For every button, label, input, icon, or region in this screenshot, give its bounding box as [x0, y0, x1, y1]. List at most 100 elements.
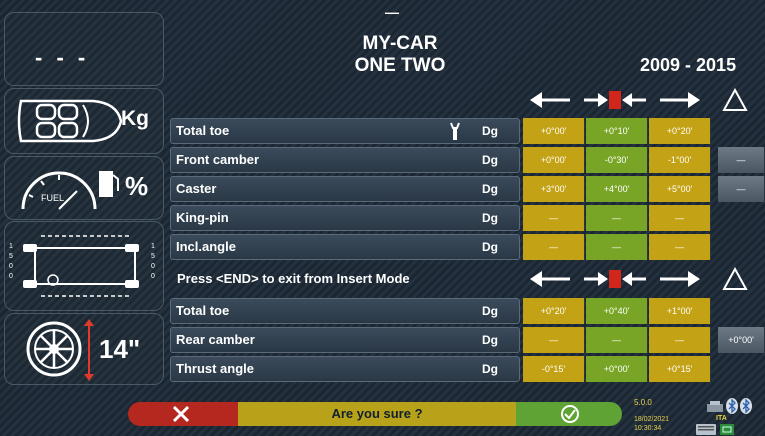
- close-icon: [172, 405, 190, 423]
- min-value[interactable]: +3°00': [523, 176, 585, 202]
- wheel-size-panel[interactable]: 14": [4, 313, 164, 385]
- vehicle-model: ONE TWO: [354, 55, 446, 76]
- nominal-value[interactable]: +0°10': [586, 118, 648, 144]
- nominal-value[interactable]: +4°00': [586, 176, 648, 202]
- min-value[interactable]: +0°00': [523, 118, 585, 144]
- fuel-panel[interactable]: FUEL %: [4, 156, 164, 220]
- table-row[interactable]: Total toe Dg +0°00' +0°10' +0°20': [170, 118, 765, 144]
- wrench-icon: [450, 122, 460, 140]
- axle-right-digit: 1: [151, 243, 155, 250]
- row-unit: Dg: [482, 362, 498, 376]
- vehicle-code-panel: - - -: [4, 12, 164, 86]
- chassis-diagram-icon: [23, 235, 139, 297]
- axle-right-digit: 0: [151, 273, 155, 280]
- row-label: Front camber: [176, 152, 260, 167]
- table-row[interactable]: Front camber Dg +0°00' -0°30' -1°00' —: [170, 147, 765, 173]
- axle-panel[interactable]: 1 5 0 0 1 5 0 0: [4, 221, 164, 311]
- keyboard-icon[interactable]: [696, 424, 716, 435]
- row-unit: Dg: [482, 211, 498, 225]
- wheel-size: 14": [99, 334, 141, 364]
- fuel-gauge-icon: [21, 171, 97, 210]
- table-row[interactable]: Total toe Dg +0°20' +0°40' +1°00': [170, 298, 765, 324]
- row-unit: Dg: [482, 333, 498, 347]
- nominal-value[interactable]: +0°40': [586, 298, 648, 324]
- warning-triangle-icon[interactable]: [722, 88, 748, 112]
- alignment-screen: - - - Kg FUEL % 1 5 0 0 1 5 0 0 14" — MY…: [0, 0, 765, 436]
- max-value[interactable]: +0°20': [649, 118, 711, 144]
- current-time: 10:30:34: [634, 425, 662, 432]
- row-label: Total toe: [176, 123, 230, 138]
- software-version: 5.0.0: [634, 398, 652, 407]
- min-value[interactable]: —: [523, 327, 585, 353]
- row-label: Rear camber: [176, 332, 255, 347]
- axle-right-digit: 0: [151, 263, 155, 270]
- row-label: Caster: [176, 181, 217, 196]
- measured-value[interactable]: —: [718, 176, 765, 202]
- min-value[interactable]: +0°00': [523, 147, 585, 173]
- bluetooth-icon[interactable]: [740, 398, 752, 414]
- axle-left-digit: 0: [9, 263, 13, 270]
- axle-left-values: 1 5 0 0: [9, 242, 13, 282]
- row-label: Total toe: [176, 303, 230, 318]
- table-row[interactable]: Incl.angle Dg — — —: [170, 234, 765, 260]
- row-unit: Dg: [482, 304, 498, 318]
- min-value[interactable]: —: [523, 205, 585, 231]
- confirm-button[interactable]: [516, 402, 622, 426]
- vehicle-code: - - -: [35, 45, 90, 70]
- row-unit: Dg: [482, 153, 498, 167]
- table-row[interactable]: Caster Dg +3°00' +4°00' +5°00' —: [170, 176, 765, 202]
- cancel-button[interactable]: [128, 402, 238, 426]
- language-code: ITA: [716, 415, 727, 422]
- max-value[interactable]: +0°15': [649, 356, 711, 382]
- row-unit: Dg: [482, 182, 498, 196]
- min-value[interactable]: -0°15': [523, 356, 585, 382]
- current-date: 18/02/2021: [634, 416, 670, 423]
- load-unit: Kg: [121, 107, 149, 130]
- bluetooth-icon[interactable]: [726, 398, 738, 414]
- tolerance-arrows-icon: [530, 270, 700, 288]
- printer-icon[interactable]: [706, 400, 724, 414]
- confirm-prompt: Are you sure ?: [238, 402, 516, 426]
- insert-mode-notice: Press <END> to exit from Insert Mode: [177, 271, 410, 286]
- network-icon[interactable]: [720, 424, 734, 435]
- table-row[interactable]: Rear camber Dg — — — +0°00': [170, 327, 765, 353]
- row-unit: Dg: [482, 240, 498, 254]
- tolerance-arrows-icon: [530, 91, 700, 109]
- height-arrow-icon: [84, 319, 94, 381]
- max-value[interactable]: —: [649, 234, 711, 260]
- warning-triangle-icon[interactable]: [722, 267, 748, 291]
- rim-icon: [26, 321, 82, 377]
- min-value[interactable]: —: [523, 234, 585, 260]
- max-value[interactable]: —: [649, 205, 711, 231]
- nominal-value[interactable]: —: [586, 327, 648, 353]
- car-top-view-icon: [17, 99, 123, 143]
- min-value[interactable]: +0°20': [523, 298, 585, 324]
- nominal-value[interactable]: +0°00': [586, 356, 648, 382]
- fuel-pump-icon: [99, 171, 119, 197]
- max-value[interactable]: —: [649, 327, 711, 353]
- nominal-value[interactable]: —: [586, 234, 648, 260]
- vehicle-make: MY-CAR: [362, 33, 438, 54]
- axle-right-values: 1 5 0 0: [151, 242, 155, 282]
- row-label-box: [170, 176, 520, 202]
- row-label: King-pin: [176, 210, 229, 225]
- max-value[interactable]: +1°00': [649, 298, 711, 324]
- load-panel[interactable]: Kg: [4, 88, 164, 154]
- vehicle-years: 2009 - 2015: [640, 55, 737, 75]
- nominal-value[interactable]: —: [586, 205, 648, 231]
- table-row[interactable]: King-pin Dg — — —: [170, 205, 765, 231]
- table-row[interactable]: Thrust angle Dg -0°15' +0°00' +0°15': [170, 356, 765, 382]
- row-unit: Dg: [482, 124, 498, 138]
- fuel-unit: %: [125, 171, 149, 201]
- axle-left-digit: 1: [9, 243, 13, 250]
- measured-value[interactable]: +0°00': [718, 327, 765, 353]
- max-value[interactable]: -1°00': [649, 147, 711, 173]
- row-label: Incl.angle: [176, 239, 236, 254]
- measured-value[interactable]: —: [718, 147, 765, 173]
- axle-right-digit: 5: [151, 253, 155, 260]
- axle-left-digit: 5: [9, 253, 13, 260]
- axle-left-digit: 0: [9, 273, 13, 280]
- max-value[interactable]: +5°00': [649, 176, 711, 202]
- check-circle-icon: [561, 405, 579, 423]
- nominal-value[interactable]: -0°30': [586, 147, 648, 173]
